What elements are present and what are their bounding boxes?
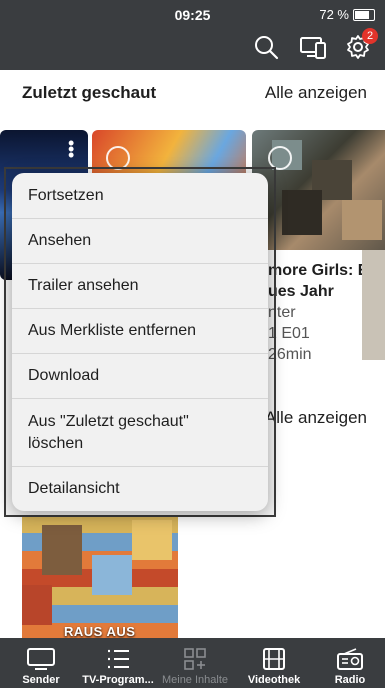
bottom-tab-bar: Sender TV-Program... Meine Inhalte Video… (0, 638, 385, 688)
menu-item-delete-recent[interactable]: Aus "Zuletzt geschaut" löschen (12, 399, 268, 467)
battery-percent: 72 % (319, 7, 349, 22)
menu-item-trailer[interactable]: Trailer ansehen (12, 264, 268, 309)
menu-item-remove-watchlist[interactable]: Aus Merkliste entfernen (12, 309, 268, 354)
tab-meine-inhalte[interactable]: Meine Inhalte (159, 638, 231, 688)
tab-sender[interactable]: Sender (0, 638, 82, 688)
more-options-icon[interactable]: • • • (68, 134, 74, 164)
menu-item-download[interactable]: Download (12, 354, 268, 399)
list-icon (108, 649, 129, 669)
tv-icon (27, 648, 55, 670)
context-menu: Fortsetzen Ansehen Trailer ansehen Aus M… (12, 173, 268, 511)
tab-label: Meine Inhalte (161, 674, 229, 686)
search-icon[interactable] (253, 34, 279, 60)
poster-raus-aus[interactable]: RAUS AUS (22, 515, 178, 641)
section-title: Zuletzt geschaut (22, 83, 157, 102)
settings-gear-icon[interactable]: 2 (345, 28, 378, 60)
card-thumbnail-edge (362, 250, 385, 360)
tab-videothek[interactable]: Videothek (236, 638, 312, 688)
tab-label: Radio (334, 674, 366, 686)
menu-item-details[interactable]: Detailansicht (12, 467, 268, 511)
poster-title: RAUS AUS (64, 624, 136, 639)
grid-add-icon (184, 648, 206, 670)
devices-icon[interactable] (299, 34, 326, 60)
tab-label: TV-Program... (82, 674, 154, 686)
tab-tv-program[interactable]: TV-Program... (77, 638, 159, 688)
show-all-link[interactable]: Alle anzeigen (265, 83, 367, 103)
tab-label: Videothek (247, 674, 301, 686)
menu-item-fortsetzen[interactable]: Fortsetzen (12, 173, 268, 219)
app-header: 09:25 72 % 2 (0, 0, 385, 70)
menu-item-ansehen[interactable]: Ansehen (12, 219, 268, 264)
card-title-line2: ues Jahr (268, 283, 334, 300)
film-icon (263, 648, 285, 670)
show-all-link-2[interactable]: Alle anzeigen (265, 408, 367, 428)
tab-label: Sender (22, 674, 60, 686)
radio-icon (337, 648, 363, 670)
tab-radio[interactable]: Radio (315, 638, 385, 688)
notification-badge: 2 (362, 28, 378, 44)
battery-status: 72 % (319, 7, 375, 22)
battery-icon (353, 8, 375, 21)
